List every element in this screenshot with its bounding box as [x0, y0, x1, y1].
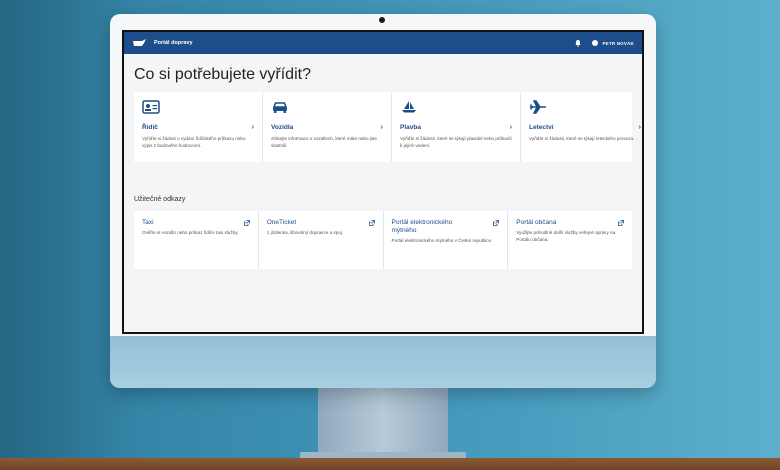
car-icon: [272, 102, 288, 113]
page-title: Co si potřebujete vyřídit?: [134, 66, 311, 83]
useful-links-heading: Užitečné odkazy: [134, 196, 186, 203]
card-desc: Získejte informace o vozidlech, které má…: [271, 136, 377, 148]
card-vozidla[interactable]: Vozidla › Získejte informace o vozidlech…: [263, 92, 392, 162]
link-portal-obcana[interactable]: Portál občana Využijte pohodlně další sl…: [508, 211, 632, 269]
useful-links: Taxi Ověřte si vozidlo nebo průkaz řidič…: [134, 211, 632, 269]
bell-icon[interactable]: [574, 39, 582, 47]
link-desc: Využijte pohodlně další služby veřejné s…: [516, 230, 616, 242]
card-desc: Vyřiďte si žádost o vydání řidičského pr…: [142, 136, 246, 148]
external-link-icon: [618, 220, 624, 226]
main-content: Co si potřebujete vyřídit? Řidič › Vyřiď: [124, 54, 642, 332]
screen: Portál dopravy PETR NOVÁK Co si potřebuj…: [122, 30, 644, 334]
id-card-icon: [142, 100, 160, 114]
service-cards: Řidič › Vyřiďte si žádost o vydání řidič…: [134, 92, 641, 162]
card-title: Letectví: [529, 124, 554, 131]
card-desc: Vyřiďte si žádosti, které se týkají plav…: [400, 136, 512, 148]
external-link-icon: [368, 220, 375, 226]
card-title: Vozidla: [271, 124, 294, 131]
monitor: Portál dopravy PETR NOVÁK Co si potřebuj…: [110, 14, 656, 388]
card-title: Plavba: [400, 124, 421, 131]
logo[interactable]: Portál dopravy: [132, 38, 194, 48]
brand-name: Portál dopravy: [154, 40, 193, 46]
link-desc: Ověřte si vozidlo nebo průkaz řidiče tax…: [142, 230, 239, 235]
airplane-icon: [530, 100, 546, 114]
link-title: Portál elektronického mýtného: [391, 219, 453, 234]
link-title: Taxi: [142, 219, 154, 226]
app-header: Portál dopravy PETR NOVÁK: [124, 32, 642, 54]
external-link-icon: [243, 220, 250, 226]
link-oneticket[interactable]: OneTicket 1 jízdenka, libovolný dopravce…: [259, 211, 384, 269]
user-name: PETR NOVÁK: [602, 40, 634, 46]
monitor-stand: [318, 386, 448, 460]
monitor-chin: [110, 336, 656, 388]
card-plavba[interactable]: Plavba › Vyřiďte si žádosti, které se tý…: [392, 92, 521, 162]
link-myto[interactable]: Portál elektronického mýtného Portál ele…: [384, 211, 509, 269]
link-taxi[interactable]: Taxi Ověřte si vozidlo nebo průkaz řidič…: [134, 211, 259, 269]
avatar: [592, 40, 599, 46]
card-desc: Vyřiďte si žádosti, které se týkají lete…: [529, 136, 635, 141]
chevron-right-icon: ›: [380, 124, 383, 131]
sailboat-icon: [402, 101, 416, 113]
card-title: Řidič: [142, 124, 158, 131]
portal-logo-icon: [133, 39, 146, 46]
link-title: Portál občana: [516, 219, 557, 226]
link-title: OneTicket: [266, 219, 297, 226]
link-desc: 1 jízdenka, libovolný dopravce a spoj.: [266, 230, 344, 235]
user-menu[interactable]: PETR NOVÁK: [592, 40, 634, 46]
link-desc: Portál elektronického mýtného v České re…: [391, 238, 493, 243]
chevron-right-icon: ›: [509, 124, 512, 131]
card-letectvi[interactable]: Letectví › Vyřiďte si žádosti, které se …: [521, 92, 642, 162]
chevron-right-icon: ›: [251, 124, 254, 131]
card-ridic[interactable]: Řidič › Vyřiďte si žádost o vydání řidič…: [134, 92, 263, 162]
desk: [0, 458, 780, 470]
chevron-right-icon: ›: [638, 124, 641, 131]
external-link-icon: [493, 220, 500, 226]
camera: [379, 17, 385, 23]
